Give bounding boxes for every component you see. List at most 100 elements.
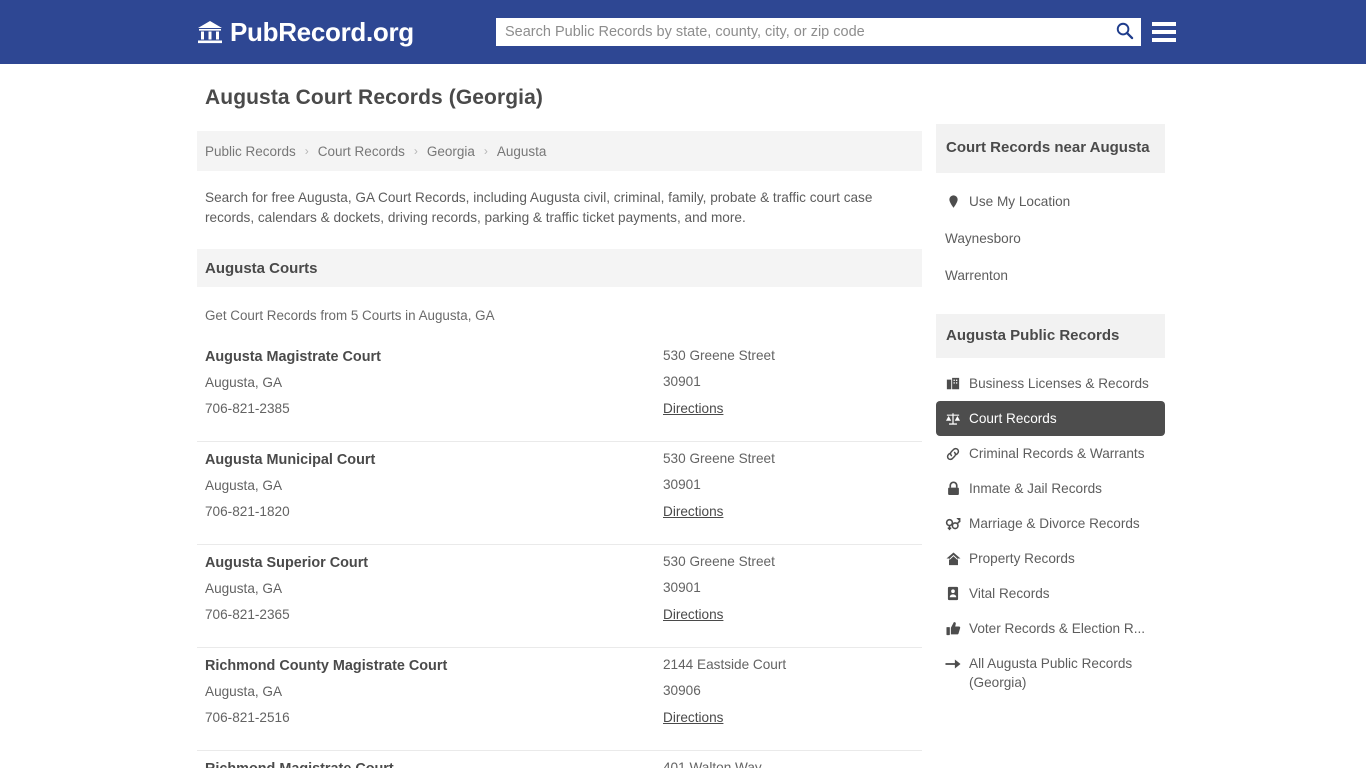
court-city-state: Augusta, GA — [205, 375, 283, 390]
breadcrumb-item-augusta[interactable]: Augusta — [497, 144, 547, 159]
sidebar-item-label: Vital Records — [969, 586, 1050, 601]
lock-icon — [945, 480, 961, 497]
bank-icon — [197, 19, 223, 45]
venus-mars-icon — [945, 515, 961, 532]
sidebar-item-business-licenses[interactable]: Business Licenses & Records — [936, 366, 1165, 401]
sidebar-item-label: Marriage & Divorce Records — [969, 516, 1140, 531]
court-zip: 30901 — [663, 580, 701, 595]
court-phone: 706-821-2365 — [205, 607, 290, 622]
sidebar-item-label: Court Records — [969, 411, 1057, 426]
map-pin-icon — [945, 193, 961, 210]
court-address-block: 530 Greene Street 30901 Directions — [663, 554, 775, 624]
breadcrumb-separator: › — [413, 144, 418, 158]
hamburger-bar — [1152, 38, 1176, 42]
court-list: Augusta Magistrate Court Augusta, GA 706… — [197, 339, 922, 768]
sidebar: Court Records near Augusta Use My Locati… — [936, 124, 1165, 700]
court-city-state: Augusta, GA — [205, 478, 283, 493]
search-bar — [496, 18, 1141, 46]
court-name-link[interactable]: Augusta Municipal Court — [205, 452, 375, 468]
hamburger-menu-icon[interactable] — [1152, 19, 1176, 45]
court-address-block: 401 Walton Way 30901 Directions — [663, 760, 762, 768]
sidebar-item-warrenton[interactable]: Warrenton — [936, 257, 1165, 294]
court-zip: 30906 — [663, 683, 701, 698]
home-icon — [945, 550, 961, 567]
court-city-state: Augusta, GA — [205, 581, 283, 596]
breadcrumb-separator: › — [304, 144, 309, 158]
sidebar-item-label: All Augusta Public Records (Georgia) — [969, 656, 1133, 690]
search-icon — [1115, 21, 1134, 43]
sidebar-item-label: Warrenton — [945, 268, 1008, 283]
court-street: 2144 Eastside Court — [663, 657, 787, 672]
sidebar-item-label: Waynesboro — [945, 231, 1021, 246]
breadcrumb-item-public-records[interactable]: Public Records — [205, 144, 296, 159]
sidebar-item-criminal-records[interactable]: Criminal Records & Warrants — [936, 436, 1165, 471]
thumbs-up-icon — [945, 620, 961, 637]
main-content: Augusta Court Records (Georgia) Public R… — [197, 86, 922, 768]
court-address-block: 2144 Eastside Court 30906 Directions — [663, 657, 786, 727]
search-input[interactable] — [496, 19, 1107, 45]
court-phone: 706-821-1820 — [205, 504, 290, 519]
court-list-item: Richmond County Magistrate Court Augusta… — [197, 648, 922, 751]
court-street: 401 Walton Way — [663, 760, 762, 768]
court-name-link[interactable]: Richmond Magistrate Court — [205, 761, 394, 768]
sidebar-item-property-records[interactable]: Property Records — [936, 541, 1165, 576]
court-address-block: 530 Greene Street 30901 Directions — [663, 451, 775, 521]
court-list-item: Richmond Magistrate Court Augusta, GA 70… — [197, 751, 922, 768]
arrow-right-icon — [945, 655, 961, 672]
site-header: PubRecord.org — [0, 0, 1366, 64]
page-intro-text: Search for free Augusta, GA Court Record… — [205, 190, 873, 225]
search-button[interactable] — [1107, 18, 1141, 46]
section-header-augusta-courts: Augusta Courts — [197, 249, 922, 287]
court-list-item: Augusta Magistrate Court Augusta, GA 706… — [197, 339, 922, 442]
court-zip: 30901 — [663, 477, 701, 492]
scales-icon — [945, 410, 961, 427]
court-address-block: 530 Greene Street 30901 Directions — [663, 348, 775, 418]
breadcrumb-item-court-records[interactable]: Court Records — [318, 144, 405, 159]
sidebar-item-all-public-records[interactable]: All Augusta Public Records (Georgia) — [936, 646, 1165, 700]
link-chain-icon — [945, 445, 961, 462]
sidebar-item-label: Criminal Records & Warrants — [969, 446, 1145, 461]
briefcase-icon — [945, 375, 961, 392]
sidebar-item-marriage-divorce-records[interactable]: Marriage & Divorce Records — [936, 506, 1165, 541]
directions-link[interactable]: Directions — [663, 401, 723, 416]
sidebar-item-vital-records[interactable]: Vital Records — [936, 576, 1165, 611]
sidebar-nearby-list: Use My Location Waynesboro Warrenton — [936, 183, 1165, 294]
sidebar-item-waynesboro[interactable]: Waynesboro — [936, 220, 1165, 257]
breadcrumb-separator: › — [483, 144, 488, 158]
court-name-link[interactable]: Augusta Superior Court — [205, 555, 368, 571]
court-phone: 706-821-2516 — [205, 710, 290, 725]
sidebar-item-label: Property Records — [969, 551, 1075, 566]
section-subtitle: Get Court Records from 5 Courts in Augus… — [205, 308, 495, 323]
hamburger-bar — [1152, 30, 1176, 34]
page-title: Augusta Court Records (Georgia) — [205, 86, 543, 109]
directions-link[interactable]: Directions — [663, 710, 723, 725]
id-card-icon — [945, 585, 961, 602]
court-city-state: Augusta, GA — [205, 684, 283, 699]
directions-link[interactable]: Directions — [663, 504, 723, 519]
sidebar-item-label: Use My Location — [969, 194, 1071, 209]
court-street: 530 Greene Street — [663, 348, 775, 363]
site-logo[interactable]: PubRecord.org — [197, 17, 414, 48]
court-name-link[interactable]: Richmond County Magistrate Court — [205, 658, 447, 674]
hamburger-bar — [1152, 22, 1176, 26]
sidebar-records-list: Business Licenses & Records Court Record… — [936, 366, 1165, 700]
court-zip: 30901 — [663, 374, 701, 389]
court-list-item: Augusta Municipal Court Augusta, GA 706-… — [197, 442, 922, 545]
sidebar-item-label: Business Licenses & Records — [969, 376, 1149, 391]
sidebar-item-label: Inmate & Jail Records — [969, 481, 1102, 496]
court-street: 530 Greene Street — [663, 451, 775, 466]
sidebar-item-court-records[interactable]: Court Records — [936, 401, 1165, 436]
sidebar-item-use-my-location[interactable]: Use My Location — [936, 183, 1165, 220]
court-phone: 706-821-2385 — [205, 401, 290, 416]
court-list-item: Augusta Superior Court Augusta, GA 706-8… — [197, 545, 922, 648]
court-name-link[interactable]: Augusta Magistrate Court — [205, 349, 381, 365]
sidebar-item-label: Voter Records & Election R... — [969, 621, 1146, 636]
directions-link[interactable]: Directions — [663, 607, 723, 622]
sidebar-item-inmate-jail-records[interactable]: Inmate & Jail Records — [936, 471, 1165, 506]
court-street: 530 Greene Street — [663, 554, 775, 569]
site-logo-text: PubRecord.org — [230, 16, 414, 47]
sidebar-header-nearby: Court Records near Augusta — [936, 124, 1165, 173]
breadcrumb-item-georgia[interactable]: Georgia — [427, 144, 475, 159]
sidebar-header-public-records: Augusta Public Records — [936, 314, 1165, 358]
sidebar-item-voter-records[interactable]: Voter Records & Election R... — [936, 611, 1165, 646]
